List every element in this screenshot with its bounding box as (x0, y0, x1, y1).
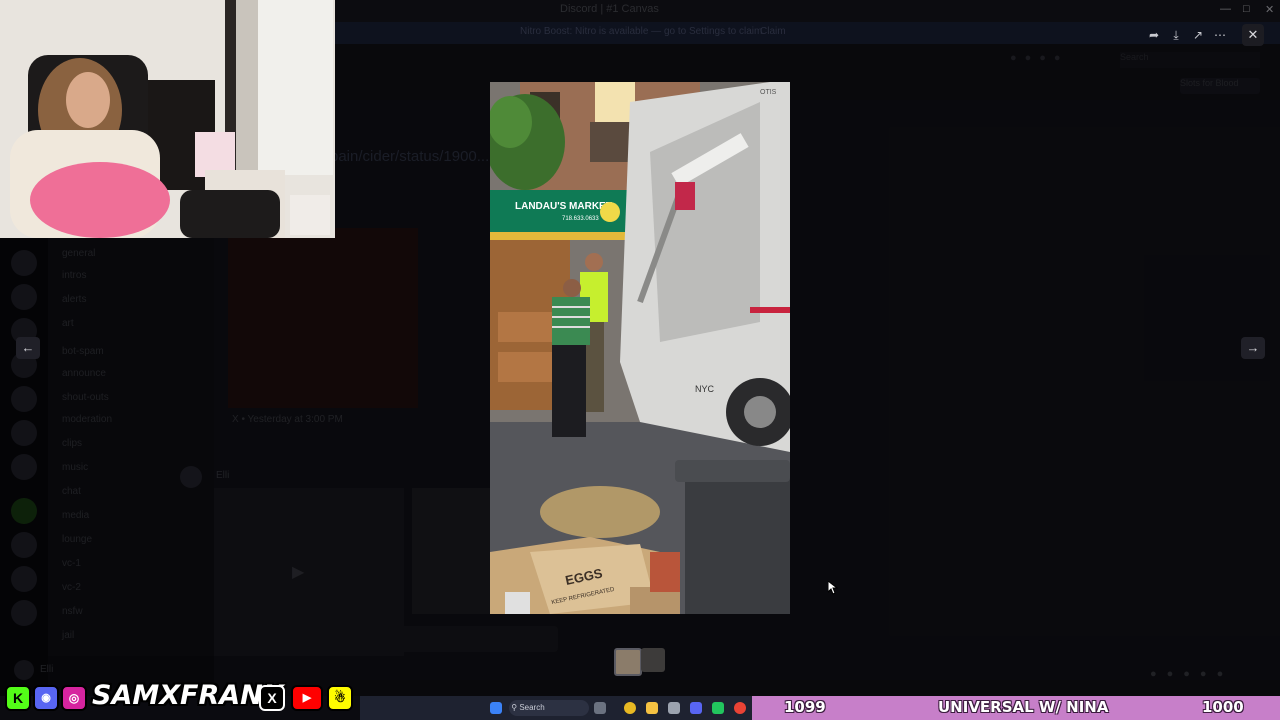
media-image[interactable]: LANDAU'S MARKET 718.633.0633 NYC OTIS EG… (490, 82, 790, 614)
taskbar-search-label: Search (519, 703, 545, 712)
close-viewer-button[interactable]: ✕ (1242, 24, 1264, 46)
youtube-icon: ▶ (291, 685, 323, 711)
start-icon[interactable] (490, 702, 502, 714)
taskbar-app-icon[interactable] (734, 702, 746, 714)
webcam-feed (0, 0, 335, 238)
thumbnail-2[interactable] (641, 648, 665, 672)
next-media-button[interactable]: → (1241, 337, 1265, 359)
discord-icon: ◉ (33, 685, 59, 711)
taskbar-search[interactable]: ⚲ Search (509, 700, 589, 716)
snapchat-icon: ☃ (327, 685, 353, 711)
thumbnail-1[interactable] (614, 648, 642, 676)
open-external-icon[interactable]: ↗ (1188, 26, 1208, 44)
street-scene-photo: LANDAU'S MARKET 718.633.0633 NYC OTIS EG… (490, 82, 790, 614)
ticker-title: UNIVERSAL W/ NINA (938, 698, 1109, 716)
file-explorer-icon[interactable] (646, 702, 658, 714)
taskbar-app-icon[interactable] (668, 702, 680, 714)
instagram-icon: ◎ (61, 685, 87, 711)
market-sign-phone: 718.633.0633 (562, 216, 599, 222)
streamer-brand: SAMXFRANK (92, 680, 284, 711)
taskbar-app-icon[interactable] (712, 702, 724, 714)
webcam-image (0, 0, 335, 238)
ticker-left-number: 1099 (784, 698, 826, 716)
taskbar-app-icon[interactable] (594, 702, 606, 714)
market-sign-text: LANDAU'S MARKET (515, 201, 612, 212)
x-icon: X (259, 685, 285, 711)
kick-icon: K (5, 685, 31, 711)
forward-icon[interactable]: ➦ (1144, 26, 1164, 44)
ticker-right-number: 1000 (1202, 698, 1244, 716)
download-icon[interactable]: ⤓ (1166, 26, 1186, 44)
more-icon[interactable]: ⋯ (1210, 26, 1230, 44)
chrome-icon[interactable] (624, 702, 636, 714)
discord-taskbar-icon[interactable] (690, 702, 702, 714)
previous-media-button[interactable]: ← (16, 337, 40, 359)
truck-label: NYC (695, 384, 715, 394)
mouse-cursor-icon (828, 581, 838, 595)
truck-top-label: OTIS (760, 89, 777, 96)
